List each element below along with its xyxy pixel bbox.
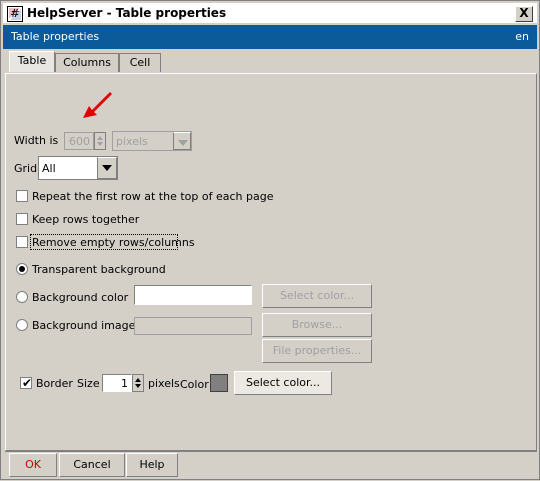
remove-empty-label: Remove empty rows/columns [32,236,195,249]
title-bar: # HelpServer - Table properties X [3,3,537,23]
checkmark-icon: ✔ [22,376,33,390]
remove-empty-checkbox[interactable] [16,236,28,248]
window-title: HelpServer - Table properties [27,6,227,20]
tab-cell[interactable]: Cell [119,53,161,72]
dialog-header: Table properties en [3,25,537,49]
color-label: Color [180,378,209,391]
table-properties-panel: Width is 600 pixels Grid All Repeat the … [5,73,537,451]
border-checkbox[interactable]: ✔ [20,376,33,390]
footer-separator [5,451,537,452]
width-label: Width is [14,134,59,147]
pixels-label: pixels [148,377,180,390]
bg-image-field[interactable] [134,317,252,335]
tab-columns[interactable]: Columns [55,53,119,72]
ok-button[interactable]: OK [9,453,57,477]
pointer-arrow-icon [83,92,112,118]
language-indicator[interactable]: en [515,30,529,43]
width-unit-value: pixels [116,135,148,148]
repeat-first-row-checkbox[interactable] [16,190,28,202]
repeat-first-row-label: Repeat the first row at the top of each … [32,190,274,203]
helpserver-app-icon: # [7,6,23,22]
bg-color-radio[interactable] [16,291,28,303]
header-title: Table properties [11,30,100,43]
size-label: Size [77,377,100,390]
help-button[interactable]: Help [126,453,178,477]
bg-color-label: Background color [32,291,129,304]
transparent-bg-radio[interactable] [16,263,28,275]
browse-button[interactable]: Browse... [262,313,372,337]
border-size-value: 1 [121,377,128,390]
keep-rows-together-label: Keep rows together [32,213,140,226]
close-button[interactable]: X [515,6,533,22]
keep-rows-together-checkbox[interactable] [16,213,28,225]
cancel-button[interactable]: Cancel [59,453,125,477]
grid-label: Grid [14,162,38,175]
width-unit-select[interactable]: pixels [112,131,192,151]
file-properties-button[interactable]: File properties... [262,339,372,363]
border-select-color-button[interactable]: Select color... [234,371,332,395]
bg-image-radio[interactable] [16,319,28,331]
tab-table[interactable]: Table [9,51,55,72]
dialog-footer: OK Cancel Help [5,451,537,481]
chevron-down-icon [173,132,191,150]
chevron-down-icon [97,157,117,179]
width-value: 600 [69,135,90,148]
width-input[interactable]: 600 [64,132,94,150]
border-label: Border [36,377,73,390]
dialog-window: # HelpServer - Table properties X Table … [0,0,540,480]
bg-image-label: Background image [32,319,136,332]
bg-select-color-button[interactable]: Select color... [262,284,372,308]
border-color-swatch[interactable] [210,374,228,392]
border-size-input[interactable]: 1 [102,374,132,392]
grid-value: All [42,162,56,175]
transparent-bg-label: Transparent background [32,263,166,276]
border-size-spinner[interactable] [132,374,144,392]
bg-color-field[interactable] [134,285,252,305]
grid-select[interactable]: All [38,156,118,180]
width-spinner[interactable] [94,132,106,150]
